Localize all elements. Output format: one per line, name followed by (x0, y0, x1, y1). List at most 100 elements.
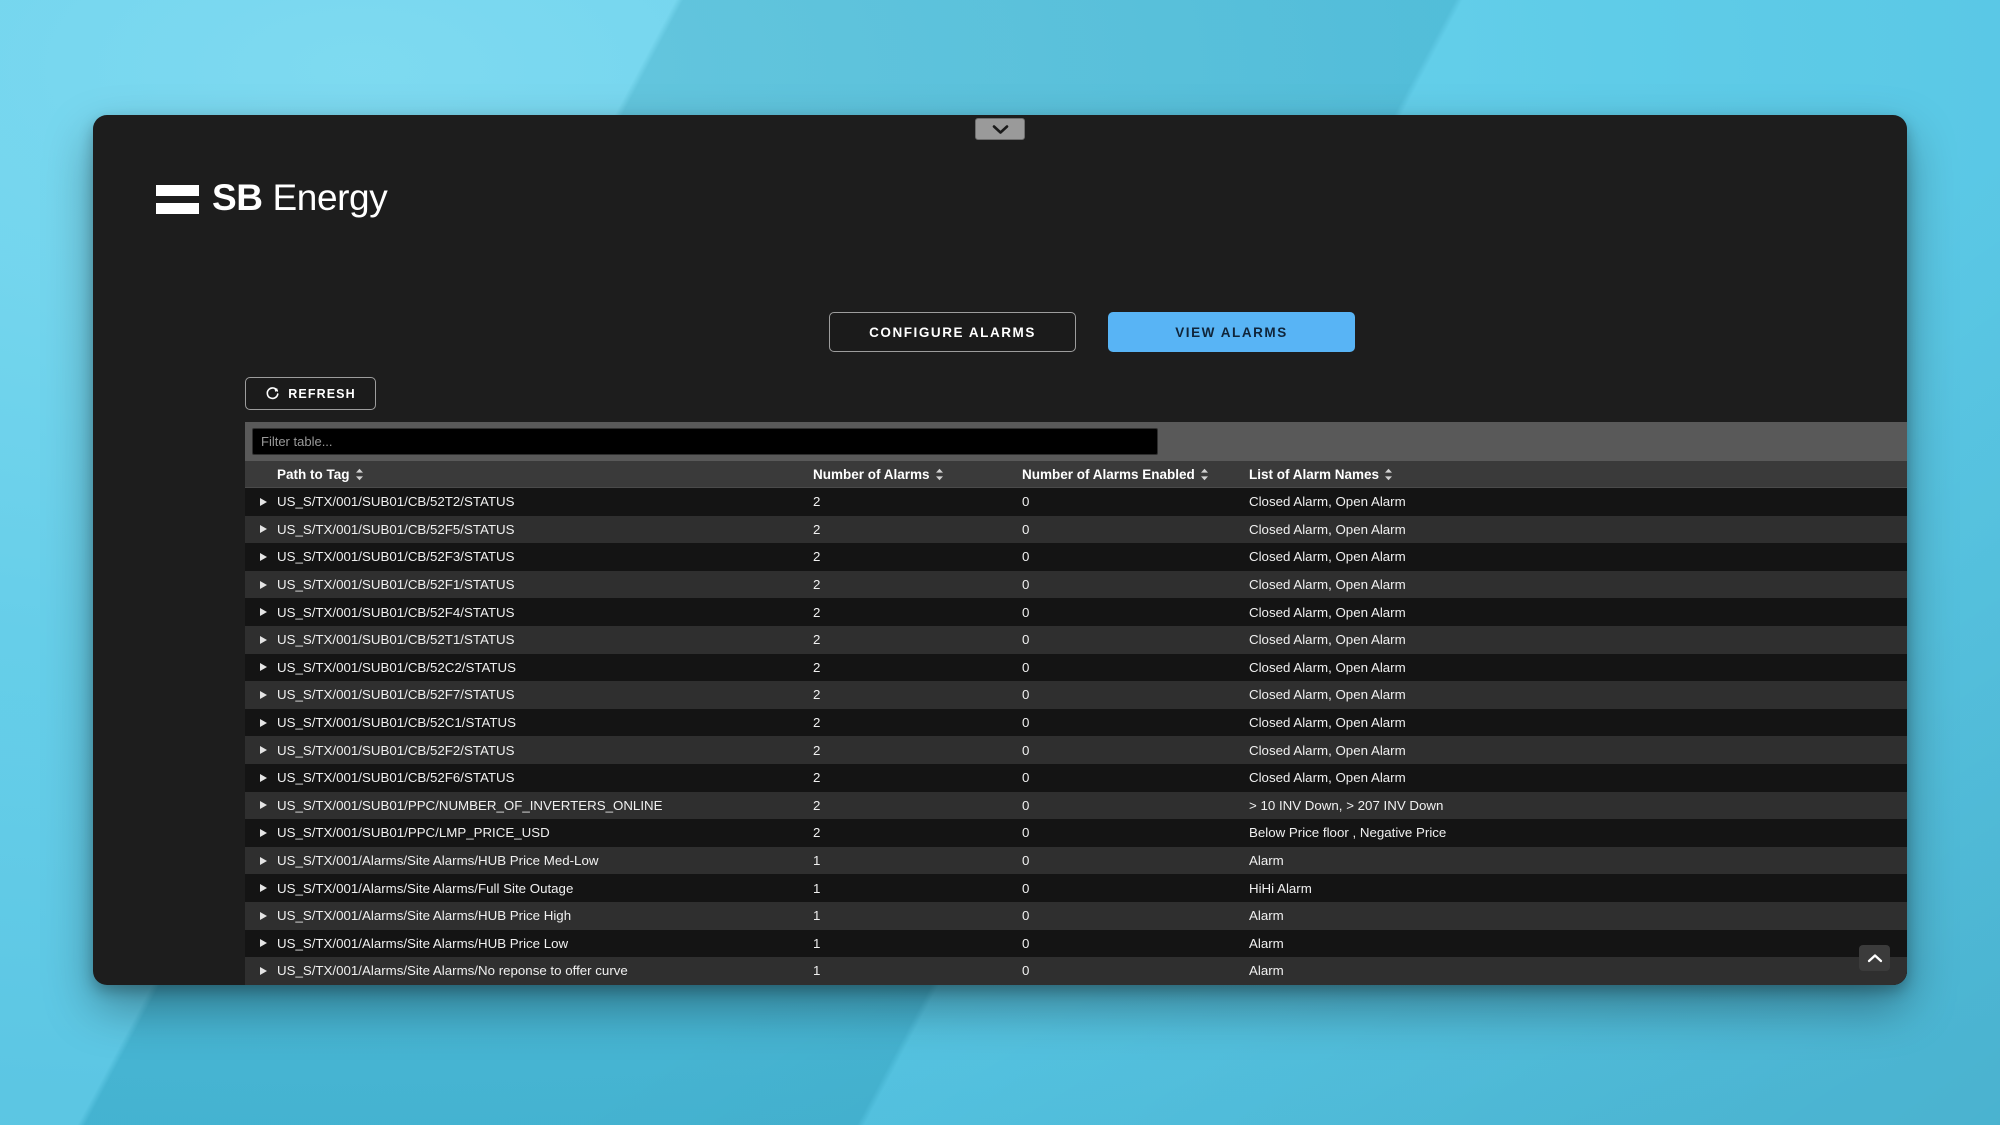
table-row[interactable]: US_S/TX/001/SUB01/CB/52F4/STATUS20Closed… (245, 598, 1907, 626)
cell-list-of-alarm-names: Closed Alarm, Open Alarm (1249, 549, 1907, 564)
row-expand-toggle[interactable] (245, 801, 277, 809)
cell-number-of-alarms: 2 (813, 798, 1022, 813)
table-row[interactable]: US_S/TX/001/SUB01/CB/52T2/STATUS20Closed… (245, 488, 1907, 516)
column-header-number-of-alarms-enabled-label: Number of Alarms Enabled (1022, 467, 1195, 482)
cell-path-to-tag: US_S/TX/001/SUB01/CB/52T1/STATUS (277, 632, 813, 647)
table-row[interactable]: US_S/TX/001/SUB01/CB/52T1/STATUS20Closed… (245, 626, 1907, 654)
cell-list-of-alarm-names: Closed Alarm, Open Alarm (1249, 522, 1907, 537)
row-expand-toggle[interactable] (245, 581, 277, 589)
cell-number-of-alarms-enabled: 0 (1022, 743, 1249, 758)
table-row[interactable]: US_S/TX/001/SUB01/CB/52C1/STATUS20Closed… (245, 709, 1907, 737)
cell-path-to-tag: US_S/TX/001/SUB01/CB/52F6/STATUS (277, 770, 813, 785)
sb-energy-bars-logo (156, 185, 199, 214)
cell-number-of-alarms: 2 (813, 549, 1022, 564)
expand-triangle-icon (260, 691, 267, 699)
cell-number-of-alarms-enabled: 0 (1022, 936, 1249, 951)
expand-triangle-icon (260, 829, 267, 837)
row-expand-toggle[interactable] (245, 884, 277, 892)
row-expand-toggle[interactable] (245, 719, 277, 727)
cell-number-of-alarms: 2 (813, 715, 1022, 730)
column-header-number-of-alarms-enabled[interactable]: Number of Alarms Enabled (1022, 467, 1249, 482)
row-expand-toggle[interactable] (245, 691, 277, 699)
table-row[interactable]: US_S/TX/001/Alarms/Site Alarms/HUB Price… (245, 847, 1907, 875)
cell-list-of-alarm-names: Alarm (1249, 936, 1907, 951)
column-header-path-to-tag[interactable]: Path to Tag (277, 467, 813, 482)
expand-triangle-icon (260, 967, 267, 975)
table-row[interactable]: US_S/TX/001/Alarms/Site Alarms/HUB Price… (245, 902, 1907, 930)
row-expand-toggle[interactable] (245, 912, 277, 920)
expand-triangle-icon (260, 553, 267, 561)
row-expand-toggle[interactable] (245, 829, 277, 837)
table-row[interactable]: US_S/TX/001/SUB01/CB/52F2/STATUS20Closed… (245, 736, 1907, 764)
cell-path-to-tag: US_S/TX/001/Alarms/Site Alarms/No repons… (277, 963, 813, 978)
table-row[interactable]: US_S/TX/001/SUB01/CB/52F7/STATUS20Closed… (245, 681, 1907, 709)
configure-alarms-button[interactable]: CONFIGURE ALARMS (829, 312, 1076, 352)
expand-triangle-icon (260, 663, 267, 671)
table-row[interactable]: US_S/TX/001/SUB01/CB/52F5/STATUS20Closed… (245, 516, 1907, 544)
row-expand-toggle[interactable] (245, 636, 277, 644)
row-expand-toggle[interactable] (245, 608, 277, 616)
cell-path-to-tag: US_S/TX/001/SUB01/CB/52F3/STATUS (277, 549, 813, 564)
cell-number-of-alarms: 2 (813, 660, 1022, 675)
row-expand-toggle[interactable] (245, 774, 277, 782)
sort-arrows-icon (1384, 468, 1393, 481)
cell-list-of-alarm-names: Closed Alarm, Open Alarm (1249, 577, 1907, 592)
cell-path-to-tag: US_S/TX/001/SUB01/CB/52F1/STATUS (277, 577, 813, 592)
cell-number-of-alarms: 2 (813, 770, 1022, 785)
column-header-number-of-alarms[interactable]: Number of Alarms (813, 467, 1022, 482)
cell-number-of-alarms-enabled: 0 (1022, 881, 1249, 896)
cell-path-to-tag: US_S/TX/001/SUB01/PPC/LMP_PRICE_USD (277, 825, 813, 840)
cell-number-of-alarms-enabled: 0 (1022, 853, 1249, 868)
table-row[interactable]: US_S/TX/001/SUB01/PPC/NUMBER_OF_INVERTER… (245, 792, 1907, 820)
cell-list-of-alarm-names: HiHi Alarm (1249, 881, 1907, 896)
brand-name-light: Energy (263, 177, 388, 218)
cell-number-of-alarms-enabled: 0 (1022, 963, 1249, 978)
row-expand-toggle[interactable] (245, 663, 277, 671)
application-panel: SB Energy CONFIGURE ALARMS VIEW ALARMS R… (93, 115, 1907, 985)
brand-name-bold: SB (212, 177, 263, 218)
table-row[interactable]: US_S/TX/001/SUB01/CB/52F1/STATUS20Closed… (245, 571, 1907, 599)
filter-input[interactable] (252, 428, 1158, 455)
cell-list-of-alarm-names: Closed Alarm, Open Alarm (1249, 715, 1907, 730)
cell-path-to-tag: US_S/TX/001/SUB01/PPC/NUMBER_OF_INVERTER… (277, 798, 813, 813)
cell-number-of-alarms-enabled: 0 (1022, 632, 1249, 647)
cell-number-of-alarms: 2 (813, 577, 1022, 592)
view-alarms-button[interactable]: VIEW ALARMS (1108, 312, 1355, 352)
expand-triangle-icon (260, 801, 267, 809)
cell-number-of-alarms: 2 (813, 687, 1022, 702)
table-row[interactable]: US_S/TX/001/Alarms/Site Alarms/No repons… (245, 957, 1907, 985)
refresh-button[interactable]: REFRESH (245, 377, 376, 410)
cell-number-of-alarms: 2 (813, 522, 1022, 537)
cell-list-of-alarm-names: Alarm (1249, 853, 1907, 868)
column-header-number-of-alarms-label: Number of Alarms (813, 467, 930, 482)
table-rows-viewport[interactable]: US_S/TX/001/SUB01/CB/52T2/STATUS20Closed… (245, 488, 1907, 985)
collapse-panel-tab[interactable] (975, 118, 1025, 140)
column-header-list-of-alarm-names[interactable]: List of Alarm Names (1249, 467, 1907, 482)
table-row[interactable]: US_S/TX/001/SUB01/CB/52C2/STATUS20Closed… (245, 654, 1907, 682)
expand-triangle-icon (260, 939, 267, 947)
expand-triangle-icon (260, 884, 267, 892)
scroll-to-top-button[interactable] (1859, 945, 1890, 971)
table-row[interactable]: US_S/TX/001/SUB01/PPC/LMP_PRICE_USD20Bel… (245, 819, 1907, 847)
cell-number-of-alarms-enabled: 0 (1022, 825, 1249, 840)
table-row[interactable]: US_S/TX/001/Alarms/Site Alarms/HUB Price… (245, 930, 1907, 958)
row-expand-toggle[interactable] (245, 553, 277, 561)
cell-number-of-alarms-enabled: 0 (1022, 605, 1249, 620)
row-expand-toggle[interactable] (245, 857, 277, 865)
table-row[interactable]: US_S/TX/001/SUB01/CB/52F6/STATUS20Closed… (245, 764, 1907, 792)
table-row[interactable]: US_S/TX/001/Alarms/Site Alarms/Full Site… (245, 874, 1907, 902)
row-expand-toggle[interactable] (245, 939, 277, 947)
expand-triangle-icon (260, 525, 267, 533)
row-expand-toggle[interactable] (245, 498, 277, 506)
cell-path-to-tag: US_S/TX/001/SUB01/CB/52F5/STATUS (277, 522, 813, 537)
column-header-path-to-tag-label: Path to Tag (277, 467, 350, 482)
row-expand-toggle[interactable] (245, 746, 277, 754)
cell-list-of-alarm-names: Closed Alarm, Open Alarm (1249, 743, 1907, 758)
cell-path-to-tag: US_S/TX/001/SUB01/CB/52C2/STATUS (277, 660, 813, 675)
table-row[interactable]: US_S/TX/001/SUB01/CB/52F3/STATUS20Closed… (245, 543, 1907, 571)
row-expand-toggle[interactable] (245, 967, 277, 975)
cell-number-of-alarms: 1 (813, 881, 1022, 896)
row-expand-toggle[interactable] (245, 525, 277, 533)
cell-number-of-alarms-enabled: 0 (1022, 549, 1249, 564)
expand-triangle-icon (260, 581, 267, 589)
